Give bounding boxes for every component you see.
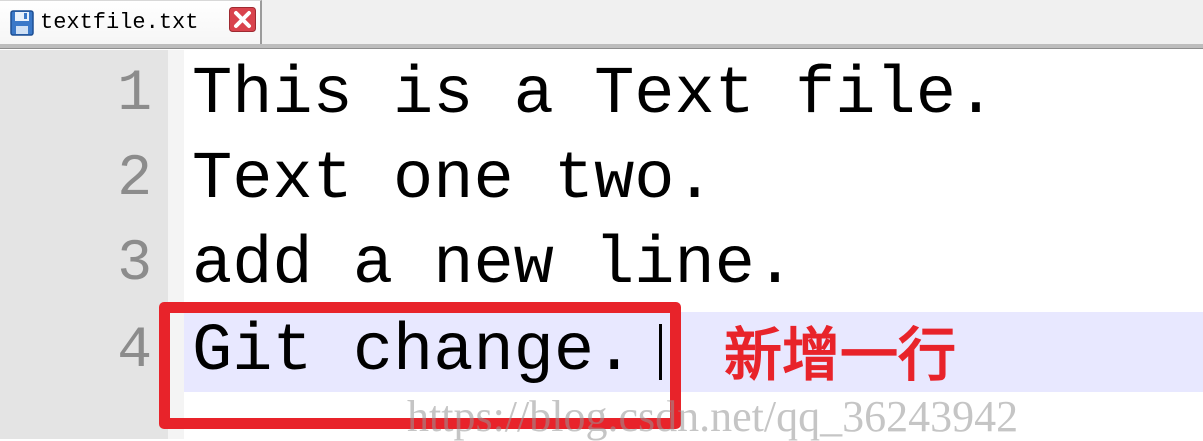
line-number: 3 [117, 232, 152, 297]
close-icon[interactable] [229, 7, 256, 32]
line-text[interactable]: add a new line. [192, 225, 795, 305]
editor-line-1[interactable]: 1 This is a Text file. [0, 55, 1203, 135]
line-number: 1 [117, 62, 152, 127]
line-text[interactable]: Text one two. [192, 140, 715, 220]
tab-textfile[interactable]: textfile.txt [0, 0, 262, 44]
watermark: https://blog.csdn.net/qq_36243942 [407, 392, 1019, 441]
line-text[interactable]: This is a Text file. [192, 55, 996, 135]
annotation-label: 新增一行 [724, 321, 957, 389]
tab-bar: textfile.txt [0, 0, 1203, 44]
tab-bar-divider [0, 44, 1203, 49]
line-number: 2 [117, 147, 152, 212]
line-number: 4 [117, 319, 152, 384]
floppy-disk-icon [10, 10, 34, 36]
editor-line-3[interactable]: 3 add a new line. [0, 225, 1203, 305]
tab-label: textfile.txt [40, 10, 199, 35]
editor-line-2[interactable]: 2 Text one two. [0, 140, 1203, 220]
